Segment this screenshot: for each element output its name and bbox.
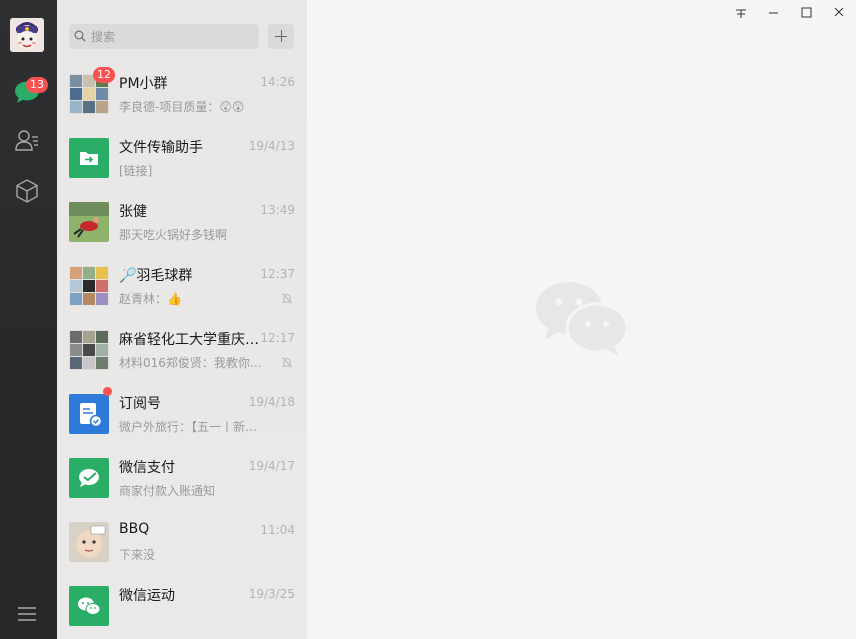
chats-unread-badge: 13: [26, 77, 48, 93]
chat-time: 19/4/13: [248, 139, 295, 153]
chat-name: 张健: [119, 204, 147, 220]
user-avatar[interactable]: [10, 18, 44, 52]
group-avatar: [69, 266, 109, 306]
mute-bell-icon: [281, 357, 293, 368]
wechat-logo-watermark-icon: [536, 282, 629, 356]
chat-time: 19/3/25: [248, 587, 295, 601]
wechat-pay-icon: [69, 458, 109, 498]
chat-time: 11:04: [260, 523, 295, 537]
chat-preview: [链接]: [119, 164, 153, 178]
chat-name: PM小群: [119, 76, 168, 92]
menu-icon[interactable]: [14, 602, 42, 630]
unread-dot: [103, 387, 112, 396]
contact-avatar: [69, 522, 109, 562]
minimize-icon[interactable]: [760, 4, 788, 22]
wechat-sports-icon: [69, 586, 109, 626]
chat-time: 14:26: [260, 75, 295, 89]
chat-item[interactable]: 🏸羽毛球群 赵青林：👍 12:37: [57, 256, 307, 320]
chat-list-panel: 12 PM小群 李良德-项目质量：😲😲 14:26 文件传输助手 [链接] 19…: [57, 0, 307, 639]
chat-time: 13:49: [260, 203, 295, 217]
chat-preview: 李良德-项目质量：😲😲: [119, 100, 245, 114]
search-box[interactable]: [69, 24, 259, 49]
mini-programs-icon[interactable]: [14, 178, 42, 206]
pin-icon[interactable]: [727, 4, 755, 22]
chat-preview: 下来没: [119, 548, 156, 562]
close-icon[interactable]: [825, 4, 853, 22]
group-avatar: [69, 330, 109, 370]
chat-preview: 商家付款入账通知: [119, 484, 216, 498]
chat-time: 12:17: [260, 331, 295, 345]
chat-name: 麻省轻化工大学重庆…: [119, 332, 259, 348]
chat-name: 订阅号: [119, 396, 161, 412]
chat-time: 12:37: [260, 267, 295, 281]
chat-name: 微信运动: [119, 588, 175, 604]
add-button[interactable]: [268, 24, 294, 49]
subscriptions-icon: [69, 394, 109, 434]
chat-item[interactable]: 麻省轻化工大学重庆… 材料016郑俊贤：我教你… 12:17: [57, 320, 307, 384]
chat-item[interactable]: 微信支付 商家付款入账通知 19/4/17: [57, 448, 307, 512]
chat-item[interactable]: BBQ 下来没 11:04: [57, 512, 307, 576]
search-input[interactable]: [91, 24, 251, 49]
chat-item[interactable]: 文件传输助手 [链接] 19/4/13: [57, 128, 307, 192]
maximize-icon[interactable]: [792, 4, 820, 22]
chat-name: 文件传输助手: [119, 140, 203, 156]
chat-item[interactable]: 12 PM小群 李良德-项目质量：😲😲 14:26: [57, 64, 307, 128]
chat-preview: 那天吃火锅好多钱啊: [119, 228, 228, 242]
file-transfer-icon: [69, 138, 109, 178]
chat-item[interactable]: 微信运动 19/3/25: [57, 576, 307, 639]
mute-bell-icon: [281, 293, 293, 304]
contacts-icon[interactable]: [14, 128, 42, 156]
chat-time: 19/4/18: [248, 395, 295, 409]
chat-item[interactable]: 订阅号 微户外旅行：【五一丨新… 19/4/18: [57, 384, 307, 448]
chat-preview: 赵青林：👍: [119, 292, 182, 306]
chat-preview: 材料016郑俊贤：我教你…: [119, 356, 262, 370]
chat-preview: 微户外旅行：【五一丨新…: [119, 420, 258, 434]
contact-avatar: [69, 202, 109, 242]
chat-time: 19/4/17: [248, 459, 295, 473]
chat-name: 🏸羽毛球群: [119, 268, 193, 284]
unread-badge: 12: [93, 67, 115, 83]
chat-name: BBQ: [119, 521, 150, 537]
chat-name: 微信支付: [119, 460, 175, 476]
nav-rail: 13: [0, 0, 57, 639]
search-icon: [74, 30, 86, 42]
conversation-area: [307, 0, 856, 639]
chat-item[interactable]: 张健 那天吃火锅好多钱啊 13:49: [57, 192, 307, 256]
